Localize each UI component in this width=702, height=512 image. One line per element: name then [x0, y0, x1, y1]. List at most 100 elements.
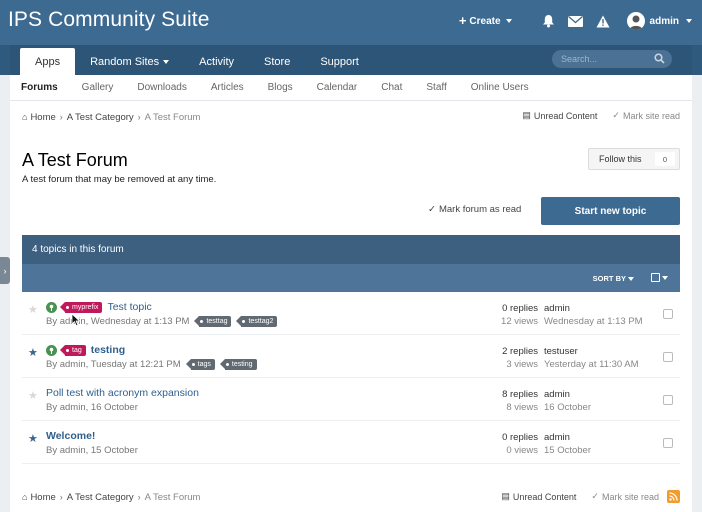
sub-nav: Forums Gallery Downloads Articles Blogs … — [10, 75, 692, 101]
star-icon: ★ — [28, 347, 38, 359]
row-checkbox[interactable] — [663, 309, 673, 319]
tab-activity[interactable]: Activity — [184, 48, 249, 75]
pin-icon — [46, 301, 57, 313]
last-poster[interactable]: testuser — [544, 345, 639, 358]
bell-icon[interactable] — [542, 14, 555, 28]
tab-support[interactable]: Support — [305, 48, 374, 75]
mark-site-read-link[interactable]: ✓ Mark site read — [591, 491, 659, 502]
topic-meta: By admin, 15 October — [46, 445, 138, 456]
main-nav: Apps Random Sites Activity Store Support… — [0, 45, 702, 75]
check-icon: ✓ — [591, 491, 599, 501]
site-title[interactable]: IPS Community Suite — [8, 8, 209, 32]
mouse-cursor-icon — [71, 313, 81, 327]
row-checkbox[interactable] — [663, 395, 673, 405]
topic-tag[interactable]: testing — [219, 359, 257, 370]
reply-count: 0 replies — [502, 432, 538, 443]
topic-tag[interactable]: testtag2 — [236, 316, 278, 327]
topic-list-toolbar: SORT BY — [22, 264, 680, 292]
view-count: 0 views — [506, 445, 538, 456]
subnav-calendar[interactable]: Calendar — [305, 82, 370, 93]
topic-tag[interactable]: tags — [185, 359, 215, 370]
create-button[interactable]: + Create — [458, 13, 512, 28]
unread-content-link[interactable]: ▤ Unread Content — [501, 491, 576, 502]
search-input[interactable]: Search... — [552, 50, 672, 68]
table-row[interactable]: ★ tag testing By admin, Tuesday at 12:21… — [22, 335, 680, 378]
row-checkbox[interactable] — [663, 352, 673, 362]
breadcrumb-category[interactable]: A Test Category — [67, 492, 134, 503]
subnav-downloads[interactable]: Downloads — [125, 82, 198, 93]
last-post-date[interactable]: Yesterday at 11:30 AM — [544, 358, 639, 371]
start-new-topic-button[interactable]: Start new topic — [541, 197, 680, 225]
subnav-chat[interactable]: Chat — [369, 82, 414, 93]
breadcrumb-category[interactable]: A Test Category — [67, 112, 134, 123]
chevron-right-icon: › — [3, 265, 7, 276]
subnav-blogs[interactable]: Blogs — [256, 82, 305, 93]
breadcrumb-home[interactable]: Home — [30, 492, 55, 503]
nav-tabs: Apps Random Sites Activity Store Support — [20, 48, 374, 75]
search-icon[interactable] — [654, 53, 665, 66]
star-icon: ★ — [28, 390, 38, 402]
tab-store[interactable]: Store — [249, 48, 305, 75]
subnav-online-users[interactable]: Online Users — [459, 82, 541, 93]
topic-prefix[interactable]: myprefix — [59, 301, 103, 313]
page-title: A Test Forum — [22, 150, 128, 170]
breadcrumb-home[interactable]: Home — [30, 112, 55, 123]
follow-count: 0 — [655, 152, 675, 166]
mark-forum-read-link[interactable]: ✓ Mark forum as read — [428, 204, 521, 215]
warning-icon[interactable] — [596, 15, 610, 28]
topic-prefix[interactable]: tag — [60, 344, 86, 356]
envelope-icon[interactable] — [567, 15, 583, 27]
star-icon: ★ — [28, 433, 38, 445]
table-row[interactable]: ★ myprefix Test topic By admin, Wednesda… — [22, 292, 680, 335]
unread-label: Unread Content — [533, 110, 598, 121]
plus-icon: + — [458, 13, 467, 28]
pin-icon — [46, 344, 57, 356]
subnav-gallery[interactable]: Gallery — [70, 82, 126, 93]
reply-count: 8 replies — [502, 389, 538, 400]
breadcrumb-separator: › — [59, 112, 63, 122]
follow-button[interactable]: Follow this 0 — [588, 148, 680, 170]
tab-apps[interactable]: Apps — [20, 48, 76, 75]
search-placeholder: Search... — [561, 54, 598, 64]
tab-label: Store — [264, 55, 291, 68]
unread-content-link[interactable]: ▤ Unread Content — [522, 110, 597, 121]
last-post-date[interactable]: 16 October — [544, 401, 591, 414]
site-header: IPS Community Suite + Create admin — [0, 0, 702, 45]
subnav-staff[interactable]: Staff — [414, 82, 458, 93]
subnav-forums[interactable]: Forums — [10, 82, 70, 93]
last-post-date[interactable]: 15 October — [544, 444, 591, 457]
last-poster[interactable]: admin — [544, 431, 591, 444]
breadcrumb-bottom: ⌂ Home › A Test Category › A Test Forum — [22, 490, 200, 504]
caret-down-icon — [628, 276, 634, 281]
table-row[interactable]: ★ Welcome! By admin, 15 October 0 replie… — [22, 421, 680, 464]
breadcrumb-actions-bottom: ▤ Unread Content ✓ Mark site read — [501, 490, 680, 503]
unread-icon: ▤ — [522, 110, 531, 120]
select-all-checkbox[interactable] — [651, 273, 668, 282]
mark-site-read-link[interactable]: ✓ Mark site read — [612, 110, 680, 121]
topic-title[interactable]: Poll test with acronym expansion — [46, 387, 199, 399]
last-post-date[interactable]: Wednesday at 1:13 PM — [544, 315, 643, 328]
tab-random-sites[interactable]: Random Sites — [75, 48, 184, 75]
subnav-articles[interactable]: Articles — [199, 82, 256, 93]
home-icon: ⌂ — [22, 112, 28, 122]
follow-label: Follow this — [599, 154, 642, 164]
caret-down-icon — [505, 19, 512, 23]
topic-title[interactable]: testing — [91, 344, 125, 356]
row-checkbox[interactable] — [663, 438, 673, 448]
rss-icon[interactable] — [667, 490, 680, 503]
breadcrumb-separator: › — [137, 112, 141, 122]
user-menu[interactable]: admin — [626, 12, 692, 30]
topic-title[interactable]: Welcome! — [46, 430, 95, 442]
topic-title[interactable]: Test topic — [107, 301, 151, 313]
view-count: 3 views — [506, 359, 538, 370]
last-poster[interactable]: admin — [544, 388, 591, 401]
caret-down-icon — [662, 275, 668, 280]
avatar — [626, 12, 645, 30]
sort-by-button[interactable]: SORT BY — [593, 274, 634, 283]
table-row[interactable]: ★ Poll test with acronym expansion By ad… — [22, 378, 680, 421]
topic-list-header: 4 topics in this forum — [22, 235, 680, 264]
topic-tag[interactable]: testtag — [194, 316, 232, 327]
caret-down-icon — [163, 59, 170, 64]
sidebar-toggle[interactable]: › — [0, 257, 10, 284]
last-poster[interactable]: admin — [544, 302, 643, 315]
